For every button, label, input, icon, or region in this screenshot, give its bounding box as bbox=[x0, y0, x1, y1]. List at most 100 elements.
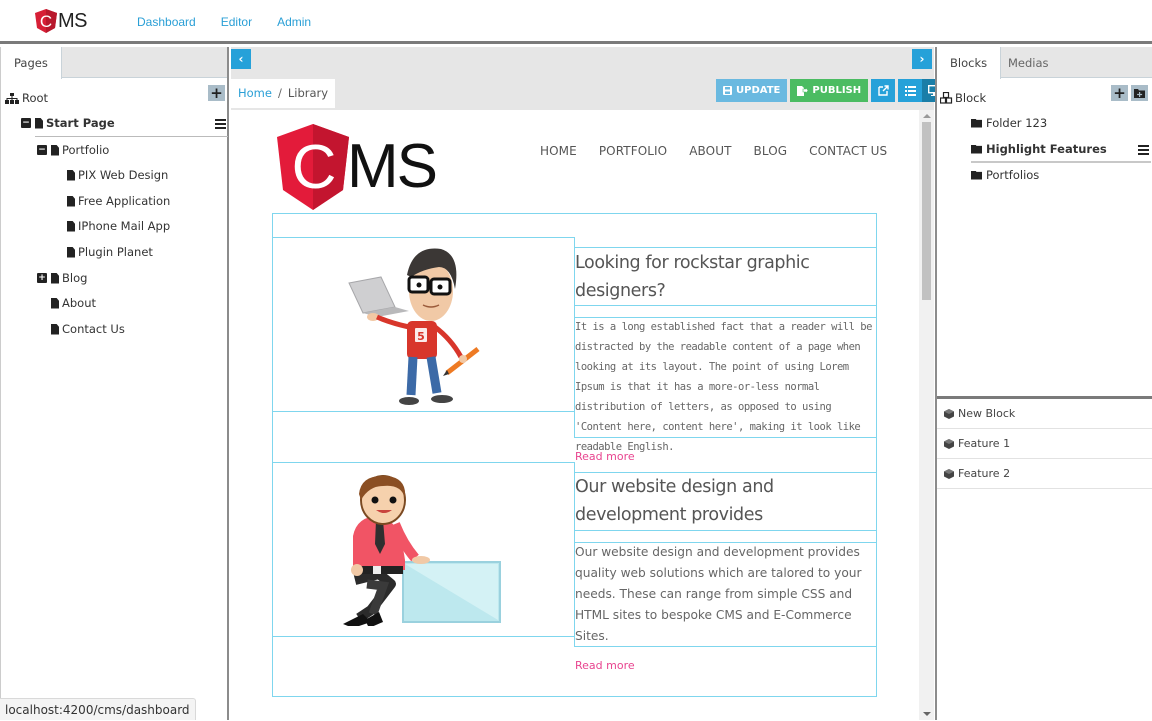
nav-admin[interactable]: Admin bbox=[277, 15, 311, 29]
scroll-up-icon[interactable] bbox=[923, 114, 931, 118]
tree-node-pix-web-design[interactable]: PIX Web Design bbox=[67, 166, 168, 184]
folder-icon bbox=[971, 170, 982, 180]
tree-node-label: Contact Us bbox=[62, 322, 125, 336]
add-folder-button[interactable] bbox=[1131, 85, 1148, 101]
sitemap-icon bbox=[5, 92, 19, 104]
folder-label: Highlight Features bbox=[986, 142, 1107, 156]
tree-node-label: Plugin Planet bbox=[78, 245, 153, 259]
site-nav: HOME PORTFOLIO ABOUT BLOG CONTACT US bbox=[540, 144, 887, 158]
folder-item-folder-123[interactable]: Folder 123 bbox=[971, 114, 1047, 132]
cubes-icon bbox=[940, 92, 953, 104]
tree-root-label: Root bbox=[22, 91, 49, 105]
svg-text:C: C bbox=[40, 12, 52, 31]
feature-2-body: Our website design and development provi… bbox=[575, 545, 862, 643]
file-icon bbox=[67, 195, 75, 207]
folder-label: Folder 123 bbox=[986, 116, 1048, 130]
folder-item-highlight-features[interactable]: Highlight Features bbox=[971, 140, 1107, 158]
svg-text:C: C bbox=[292, 133, 337, 202]
publish-button[interactable]: PUBLISH bbox=[790, 79, 869, 102]
collapse-icon[interactable]: − bbox=[21, 118, 31, 128]
tab-medias[interactable]: Medias bbox=[995, 47, 1062, 79]
main-nav: Dashboard Editor Admin bbox=[137, 15, 311, 29]
tab-blocks[interactable]: Blocks bbox=[937, 47, 1002, 79]
blocks-root-label: Block bbox=[955, 91, 987, 105]
blocks-tabbar: Blocks Medias bbox=[937, 47, 1152, 79]
expand-icon[interactable]: + bbox=[37, 273, 47, 283]
tree-node-plugin-planet[interactable]: Plugin Planet bbox=[67, 243, 153, 261]
scroll-thumb[interactable] bbox=[922, 122, 931, 300]
tree-root[interactable]: Root bbox=[5, 89, 48, 107]
tree-node-blog[interactable]: + Blog bbox=[37, 269, 87, 287]
breadcrumb-separator: / bbox=[277, 86, 282, 100]
site-nav-home[interactable]: HOME bbox=[540, 144, 577, 158]
scroll-down-icon[interactable] bbox=[923, 712, 931, 716]
folder-divider bbox=[971, 161, 1151, 163]
node-menu-icon[interactable] bbox=[215, 119, 226, 129]
feature-1-title: Looking for rockstar graphic designers? bbox=[575, 253, 810, 301]
block-list: New Block Feature 1 Feature 2 bbox=[937, 396, 1152, 489]
breadcrumb-home[interactable]: Home bbox=[238, 86, 272, 100]
folder-menu-icon[interactable] bbox=[1138, 145, 1149, 155]
tree-node-label: PIX Web Design bbox=[78, 168, 169, 182]
file-icon bbox=[67, 169, 75, 181]
nav-editor[interactable]: Editor bbox=[221, 15, 252, 29]
status-bar-url: localhost:4200/cms/dashboard bbox=[0, 698, 196, 720]
site-nav-portfolio[interactable]: PORTFOLIO bbox=[599, 144, 667, 158]
editor-area: ‹ › Home / Library UPDATE PUBLISH C MS H… bbox=[231, 47, 947, 720]
collapse-icon[interactable]: − bbox=[37, 145, 47, 155]
file-icon bbox=[51, 272, 59, 284]
developer-illustration: 5 bbox=[348, 248, 480, 405]
blocks-root[interactable]: Block bbox=[940, 89, 986, 107]
block-item-feature-2[interactable]: Feature 2 bbox=[937, 459, 1152, 489]
list-view-button[interactable] bbox=[898, 79, 923, 102]
tree-node-contact-us[interactable]: Contact Us bbox=[51, 320, 125, 338]
feature-1-read-more-link[interactable]: Read more bbox=[575, 450, 635, 463]
tree-node-label: IPhone Mail App bbox=[78, 219, 171, 233]
add-block-button[interactable]: + bbox=[1111, 85, 1128, 101]
svg-text:5: 5 bbox=[417, 330, 425, 343]
top-header: C MS Dashboard Editor Admin bbox=[0, 0, 1152, 44]
open-external-button[interactable] bbox=[871, 79, 896, 102]
tree-divider bbox=[35, 136, 228, 137]
page-preview: C MS HOME PORTFOLIO ABOUT BLOG CONTACT U… bbox=[231, 110, 919, 720]
add-page-button[interactable]: + bbox=[208, 85, 225, 101]
tree-node-label: About bbox=[62, 296, 97, 310]
tab-pages[interactable]: Pages bbox=[1, 47, 62, 79]
tree-node-portfolio[interactable]: − Portfolio bbox=[37, 141, 109, 159]
site-nav-about[interactable]: ABOUT bbox=[689, 144, 731, 158]
update-label: UPDATE bbox=[736, 85, 781, 96]
folder-icon bbox=[971, 144, 982, 154]
block-item-feature-1[interactable]: Feature 1 bbox=[937, 429, 1152, 459]
businessman-illustration bbox=[343, 475, 501, 626]
nav-dashboard[interactable]: Dashboard bbox=[137, 15, 196, 29]
site-nav-blog[interactable]: BLOG bbox=[754, 144, 788, 158]
tree-node-iphone-mail-app[interactable]: IPhone Mail App bbox=[67, 217, 170, 235]
tree-node-label: Blog bbox=[62, 271, 88, 285]
tree-node-start-page[interactable]: − Start Page bbox=[21, 114, 115, 132]
file-icon bbox=[67, 220, 75, 232]
folder-plus-icon bbox=[1134, 89, 1145, 98]
pages-panel: Pages Root + − Start Page − Portfolio PI… bbox=[0, 47, 229, 720]
update-button[interactable]: UPDATE bbox=[716, 79, 788, 102]
tree-node-label: Portfolio bbox=[62, 143, 110, 157]
feature-2-title: Our website design and development provi… bbox=[575, 477, 774, 525]
blocks-panel: Blocks Medias Block + Folder 123 Highlig… bbox=[935, 47, 1152, 720]
block-label: New Block bbox=[958, 407, 1016, 420]
site-nav-contact-us[interactable]: CONTACT US bbox=[809, 144, 887, 158]
feature-2-read-more-link[interactable]: Read more bbox=[575, 659, 635, 672]
site-logo[interactable]: C MS bbox=[277, 124, 438, 210]
tree-node-free-application[interactable]: Free Application bbox=[67, 192, 170, 210]
tree-node-about[interactable]: About bbox=[51, 294, 96, 312]
brand-logo[interactable]: C MS bbox=[35, 9, 88, 33]
collapse-right-button[interactable]: › bbox=[912, 49, 932, 69]
collapse-left-button[interactable]: ‹ bbox=[231, 49, 251, 69]
breadcrumb-current: Library bbox=[287, 86, 329, 100]
file-icon bbox=[35, 117, 43, 129]
block-label: Feature 1 bbox=[958, 437, 1011, 450]
block-item-new-block[interactable]: New Block bbox=[937, 399, 1152, 429]
file-icon bbox=[51, 297, 59, 309]
preview-scrollbar[interactable] bbox=[919, 110, 934, 720]
cube-icon bbox=[944, 468, 954, 479]
cube-icon bbox=[944, 438, 954, 449]
folder-item-portfolios[interactable]: Portfolios bbox=[971, 166, 1039, 184]
